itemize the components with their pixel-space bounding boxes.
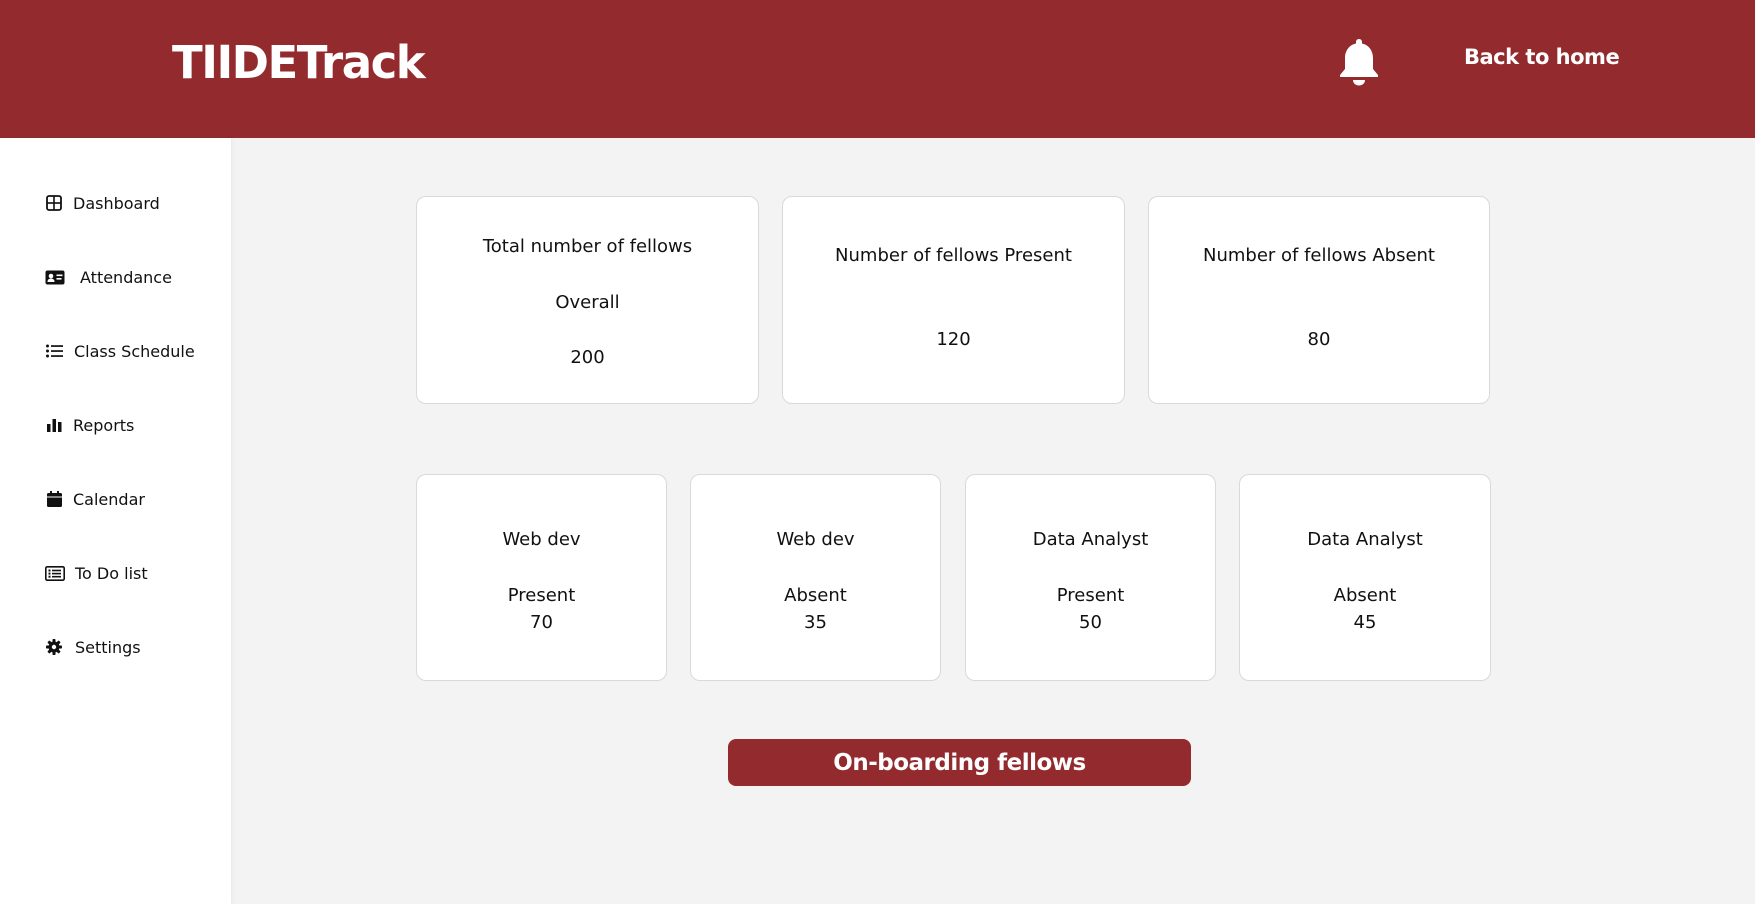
- gear-icon: [45, 638, 63, 656]
- webdev-absent-card: Web dev Absent 35: [690, 474, 941, 681]
- webdev-present-card: Web dev Present 70: [416, 474, 667, 681]
- fellows-absent-card: Number of fellows Absent 80: [1148, 196, 1490, 404]
- card-title: Data Analyst: [1032, 529, 1149, 550]
- fellows-present-card: Number of fellows Present 120: [782, 196, 1125, 404]
- sidebar-item-settings[interactable]: Settings: [45, 632, 141, 662]
- back-to-home-link[interactable]: Back to home: [1464, 45, 1620, 69]
- sidebar-item-label: Class Schedule: [74, 341, 195, 361]
- bell-icon[interactable]: [1336, 36, 1382, 86]
- sidebar-item-todo-list[interactable]: To Do list: [45, 558, 148, 588]
- sidebar-item-label: Calendar: [73, 489, 145, 509]
- top-header: TIIDETrack Back to home: [0, 0, 1755, 138]
- sidebar-item-label: To Do list: [75, 563, 148, 583]
- card-subtitle: Overall: [555, 292, 620, 313]
- id-card-icon: [45, 268, 65, 286]
- sidebar-item-label: Dashboard: [73, 193, 160, 213]
- card-value: 35: [804, 612, 827, 633]
- card-title: Number of fellows Present: [835, 245, 1072, 266]
- card-title: Web dev: [776, 529, 855, 550]
- card-title: Web dev: [502, 529, 581, 550]
- grid-icon: [45, 194, 63, 212]
- sidebar-item-calendar[interactable]: Calendar: [45, 484, 145, 514]
- sidebar-item-label: Reports: [73, 415, 135, 435]
- total-fellows-card: Total number of fellows Overall 200: [416, 196, 759, 404]
- card-value: 50: [1079, 612, 1102, 633]
- card-status: Absent: [784, 585, 847, 606]
- card-title: Data Analyst: [1307, 529, 1423, 550]
- card-status: Present: [1056, 585, 1125, 606]
- sidebar-item-class-schedule[interactable]: Class Schedule: [45, 336, 195, 366]
- onboarding-fellows-button[interactable]: On-boarding fellows: [728, 739, 1191, 786]
- sidebar-item-label: Attendance: [80, 267, 172, 287]
- card-value: 70: [530, 612, 553, 633]
- sidebar-item-attendance[interactable]: Attendance: [45, 262, 172, 292]
- sidebar: Dashboard Attendance Class Schedule Repo…: [0, 138, 231, 904]
- list-icon: [45, 342, 63, 360]
- card-title: Total number of fellows: [482, 236, 693, 257]
- sidebar-item-label: Settings: [75, 637, 141, 657]
- card-value: 120: [936, 329, 971, 350]
- card-title: Number of fellows Absent: [1202, 245, 1435, 266]
- card-status: Present: [507, 585, 576, 606]
- sidebar-item-dashboard[interactable]: Dashboard: [45, 188, 160, 218]
- todo-list-icon: [45, 564, 65, 582]
- card-value: 80: [1307, 329, 1331, 350]
- card-status: Absent: [1333, 585, 1397, 606]
- bar-chart-icon: [45, 416, 63, 434]
- card-value: 200: [570, 347, 605, 368]
- card-value: 45: [1353, 612, 1377, 633]
- data-analyst-present-card: Data Analyst Present 50: [965, 474, 1216, 681]
- app-logo: TIIDETrack: [172, 36, 426, 89]
- sidebar-item-reports[interactable]: Reports: [45, 410, 134, 440]
- data-analyst-absent-card: Data Analyst Absent 45: [1239, 474, 1491, 681]
- calendar-icon: [45, 490, 63, 508]
